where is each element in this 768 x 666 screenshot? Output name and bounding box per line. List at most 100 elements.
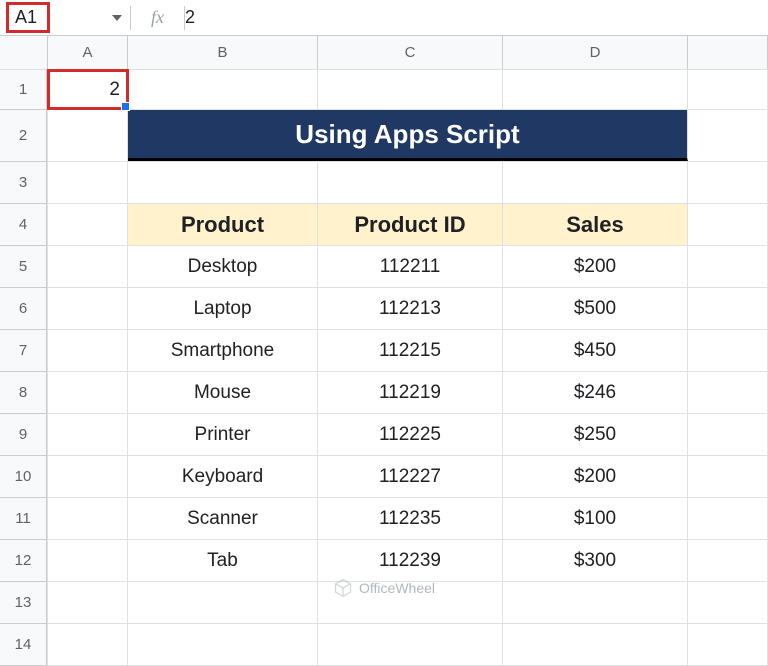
table-row: Product Product ID Sales [48, 204, 768, 246]
table-row: Tab112239$300 [48, 540, 768, 582]
cell-sales[interactable]: $250 [503, 414, 688, 455]
cell-product[interactable]: Mouse [128, 372, 318, 413]
row-header[interactable]: 7 [0, 330, 47, 372]
row-header[interactable]: 4 [0, 204, 47, 246]
cell-sales[interactable]: $200 [503, 246, 688, 287]
cell[interactable] [48, 372, 128, 413]
formula-input[interactable] [185, 7, 768, 28]
cell[interactable] [688, 204, 768, 245]
cell[interactable] [318, 162, 503, 203]
column-header[interactable]: C [318, 36, 503, 69]
row-header[interactable]: 6 [0, 288, 47, 330]
header-product-id[interactable]: Product ID [318, 204, 503, 245]
cell[interactable] [688, 456, 768, 497]
cell[interactable] [48, 162, 128, 203]
row-header[interactable]: 3 [0, 162, 47, 204]
cell-sales[interactable]: $100 [503, 498, 688, 539]
row-header[interactable]: 2 [0, 110, 47, 162]
cell-product[interactable]: Keyboard [128, 456, 318, 497]
row-header[interactable]: 13 [0, 582, 47, 624]
cell[interactable] [48, 624, 128, 665]
cell-product-id[interactable]: 112219 [318, 372, 503, 413]
name-box[interactable]: A1 [6, 2, 50, 33]
row-header[interactable]: 12 [0, 540, 47, 582]
chevron-down-icon[interactable] [112, 15, 122, 21]
cell[interactable] [503, 70, 688, 109]
cell-product-id[interactable]: 112211 [318, 246, 503, 287]
name-box-container[interactable]: A1 [0, 2, 130, 33]
select-all-corner[interactable] [0, 36, 48, 70]
column-header[interactable] [688, 36, 768, 69]
cell[interactable] [48, 414, 128, 455]
cell[interactable] [688, 330, 768, 371]
cell[interactable] [688, 162, 768, 203]
cell-product-id[interactable]: 112213 [318, 288, 503, 329]
cell-product-id[interactable]: 112227 [318, 456, 503, 497]
cell-sales[interactable]: $300 [503, 540, 688, 581]
column-header[interactable]: D [503, 36, 688, 69]
cell[interactable] [48, 288, 128, 329]
table-row [48, 582, 768, 624]
title-cell[interactable]: Using Apps Script [128, 110, 688, 161]
cell[interactable] [688, 582, 768, 623]
grid-area[interactable]: A B C D 2 Using Apps Script [48, 36, 768, 666]
cell[interactable] [48, 540, 128, 581]
cell[interactable] [688, 414, 768, 455]
cell[interactable] [48, 246, 128, 287]
column-header[interactable]: A [48, 36, 128, 69]
cell[interactable] [503, 624, 688, 665]
row-header[interactable]: 5 [0, 246, 47, 288]
cell-product-id[interactable]: 112215 [318, 330, 503, 371]
cell-sales[interactable]: $450 [503, 330, 688, 371]
cell[interactable] [128, 624, 318, 665]
cell[interactable] [688, 498, 768, 539]
cell-a1[interactable]: 2 [48, 70, 128, 109]
cell-product-id[interactable]: 112225 [318, 414, 503, 455]
column-header[interactable]: B [128, 36, 318, 69]
cell[interactable] [318, 70, 503, 109]
cell[interactable] [688, 288, 768, 329]
cell[interactable] [48, 456, 128, 497]
cell[interactable] [128, 162, 318, 203]
row-header[interactable]: 8 [0, 372, 47, 414]
row-header[interactable]: 11 [0, 498, 47, 540]
cell-product-id[interactable]: 112235 [318, 498, 503, 539]
cell[interactable] [688, 70, 768, 109]
cell[interactable] [688, 372, 768, 413]
cell[interactable] [48, 204, 128, 245]
cell-sales[interactable]: $200 [503, 456, 688, 497]
header-product[interactable]: Product [128, 204, 318, 245]
table-row: Desktop112211$200 [48, 246, 768, 288]
cell[interactable] [318, 582, 503, 623]
cell-product[interactable]: Laptop [128, 288, 318, 329]
cell[interactable] [128, 582, 318, 623]
cell-product[interactable]: Scanner [128, 498, 318, 539]
cell[interactable] [48, 498, 128, 539]
row-header[interactable]: 1 [0, 70, 47, 110]
cell[interactable] [503, 162, 688, 203]
row-header[interactable]: 10 [0, 456, 47, 498]
cell-value: 2 [109, 79, 120, 101]
header-sales[interactable]: Sales [503, 204, 688, 245]
row-header[interactable]: 9 [0, 414, 47, 456]
cell[interactable] [688, 624, 768, 665]
cell[interactable] [48, 110, 128, 161]
cell-sales[interactable]: $246 [503, 372, 688, 413]
row-header[interactable]: 14 [0, 624, 47, 666]
cell[interactable] [503, 582, 688, 623]
cell[interactable] [128, 70, 318, 109]
cell-product[interactable]: Smartphone [128, 330, 318, 371]
cell[interactable] [48, 582, 128, 623]
table-row [48, 624, 768, 666]
cell-sales[interactable]: $500 [503, 288, 688, 329]
cell-product-id[interactable]: 112239 [318, 540, 503, 581]
cell[interactable] [688, 246, 768, 287]
cell-product[interactable]: Tab [128, 540, 318, 581]
table-row: Mouse112219$246 [48, 372, 768, 414]
cell[interactable] [48, 330, 128, 371]
cell-product[interactable]: Printer [128, 414, 318, 455]
cell-product[interactable]: Desktop [128, 246, 318, 287]
cell[interactable] [318, 624, 503, 665]
cell[interactable] [688, 110, 768, 161]
cell[interactable] [688, 540, 768, 581]
